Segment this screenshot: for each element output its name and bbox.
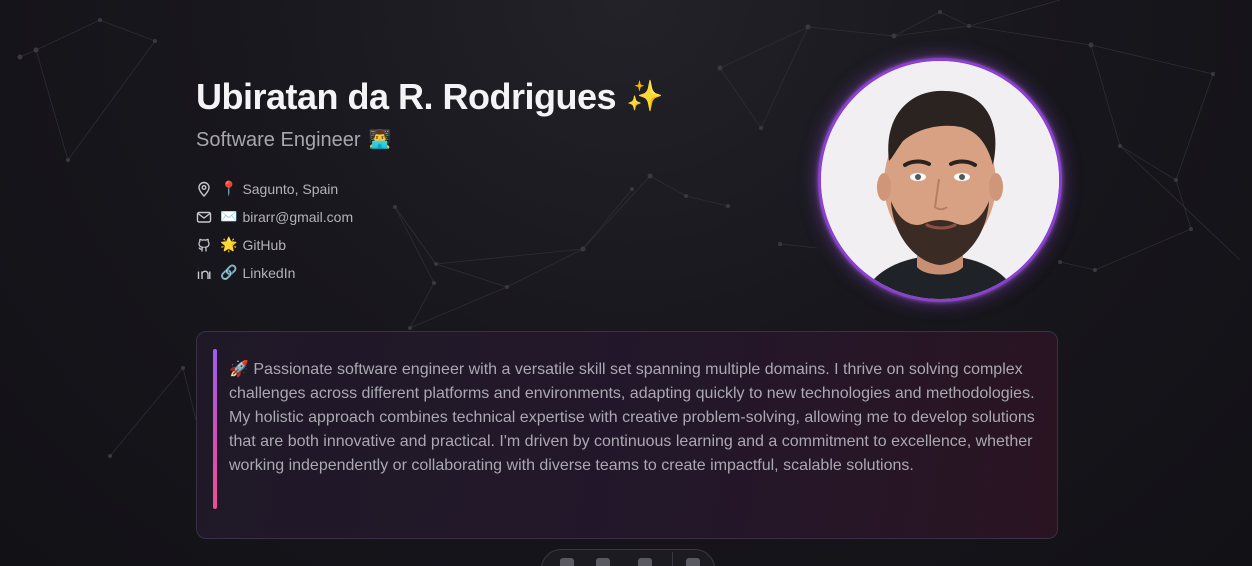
- bottom-dock: [541, 549, 715, 566]
- dock-projects-icon[interactable]: [596, 558, 610, 566]
- linkedin-icon: [197, 268, 211, 279]
- profile-avatar: [818, 58, 1062, 302]
- portfolio-page: Ubiratan da R. Rodrigues ✨ Software Engi…: [0, 0, 1252, 566]
- envelope-emoji-icon: ✉️: [220, 209, 238, 225]
- map-pin-icon: [198, 181, 210, 197]
- bio-card: 🚀 Passionate software engineer with a ve…: [196, 331, 1058, 539]
- contact-email-link[interactable]: ✉️ birarr@gmail.com: [196, 203, 663, 231]
- glowing-star-emoji-icon: 🌟: [220, 237, 238, 253]
- contact-linkedin-label: LinkedIn: [242, 265, 296, 281]
- link-emoji-icon: 🔗: [220, 265, 238, 281]
- profile-photo: [821, 61, 1059, 299]
- dock-github-icon[interactable]: [686, 558, 700, 566]
- github-icon: [198, 238, 210, 252]
- contact-list: 📍 Sagunto, Spain ✉️ birarr@gmail.com 🌟 G…: [196, 175, 663, 287]
- dock-menu-icon[interactable]: [638, 558, 652, 566]
- contact-github-link[interactable]: 🌟 GitHub: [196, 231, 663, 259]
- contact-github-label: GitHub: [242, 237, 287, 253]
- contact-linkedin-link[interactable]: 🔗 LinkedIn: [196, 259, 663, 287]
- bio-paragraph: Passionate software engineer with a vers…: [229, 361, 1035, 474]
- profile-role-text: Software Engineer: [196, 129, 361, 151]
- bio-text: 🚀 Passionate software engineer with a ve…: [229, 357, 1047, 478]
- mail-icon: [196, 211, 212, 223]
- bio-accent-bar: [213, 349, 217, 509]
- dock-home-icon[interactable]: [560, 558, 574, 566]
- sparkles-icon: ✨: [626, 79, 663, 114]
- profile-role: Software Engineer 👨‍💻: [196, 127, 663, 153]
- profile-name: Ubiratan da R. Rodrigues ✨: [196, 76, 663, 118]
- technologist-icon: 👨‍💻: [368, 129, 391, 150]
- pushpin-emoji-icon: 📍: [220, 181, 238, 197]
- profile-name-text: Ubiratan da R. Rodrigues: [196, 76, 617, 117]
- dock-divider: [672, 552, 673, 566]
- profile-header: Ubiratan da R. Rodrigues ✨ Software Engi…: [196, 76, 663, 287]
- rocket-icon: 🚀: [229, 359, 249, 378]
- contact-email-label: birarr@gmail.com: [242, 209, 354, 225]
- contact-location: 📍 Sagunto, Spain: [196, 175, 663, 203]
- contact-location-label: Sagunto, Spain: [242, 181, 339, 197]
